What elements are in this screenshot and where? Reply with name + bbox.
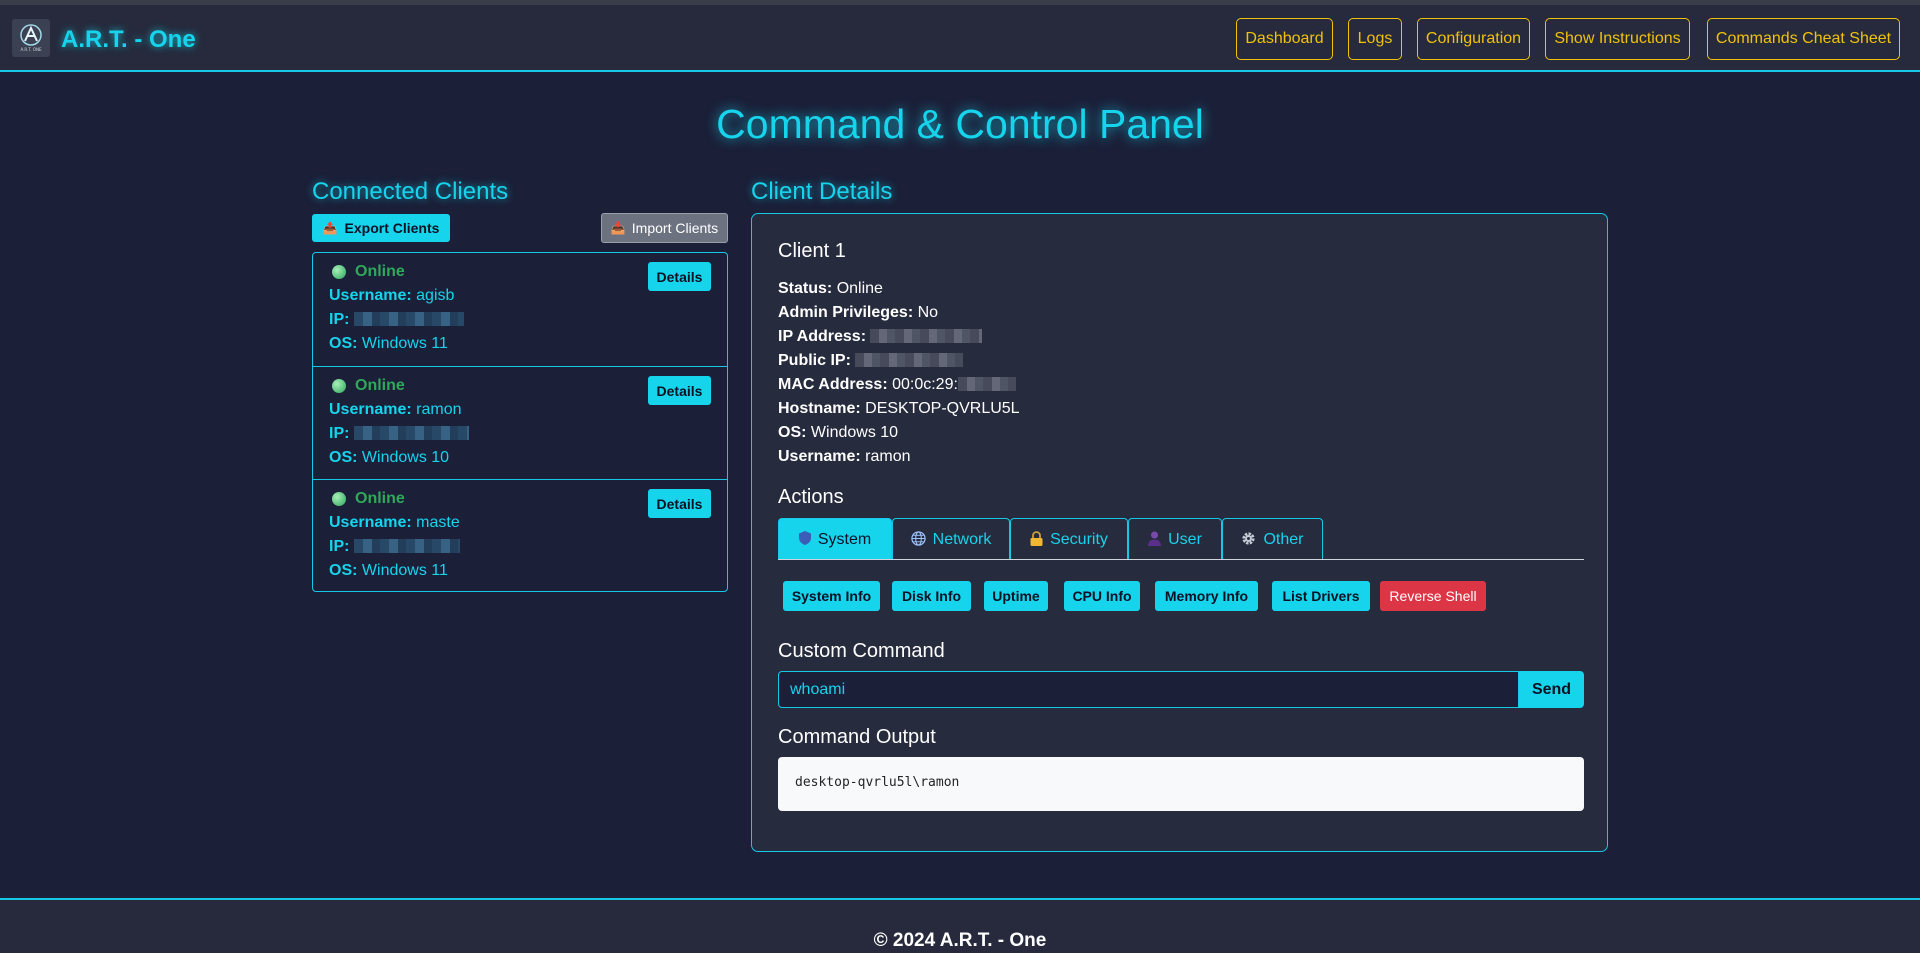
app-brand[interactable]: A.R.T. - One [61,26,196,54]
nav-logs-button[interactable]: Logs [1348,18,1402,60]
client-details-panel: Client 1 Status: Online Admin Privileges… [751,213,1608,852]
import-clients-button[interactable]: 📥 Import Clients [601,213,728,243]
client-os-row: OS: Windows 11 [329,335,448,352]
custom-command-title: Custom Command [778,640,945,662]
footer-copyright: © 2024 A.R.T. - One [873,930,1047,951]
tab-user[interactable]: User [1128,518,1222,560]
reverse-shell-button[interactable]: Reverse Shell [1380,581,1486,611]
client-details-button[interactable]: Details [648,376,711,405]
info-admin-privileges: Admin Privileges: No [778,304,939,321]
client-os: Windows 11 [361,335,448,352]
nav-configuration-button[interactable]: Configuration [1417,18,1530,60]
lock-icon [1030,530,1043,549]
info-os: OS: Windows 10 [778,424,899,441]
footer: © 2024 A.R.T. - One [0,898,1920,953]
client-details-button[interactable]: Details [648,489,711,518]
redacted-ip [353,312,464,326]
redacted-ip [870,329,983,343]
send-button[interactable]: Send [1519,671,1584,708]
nav-dashboard-button[interactable]: Dashboard [1236,18,1333,60]
command-output: desktop-qvrlu5l\ramon [778,757,1584,811]
client-ip-row: IP: [329,311,464,329]
client-card[interactable]: Online Details Username: maste IP: OS: W… [313,479,727,592]
client-username-row: Username: ramon [329,401,462,418]
nav-commands-cheat-sheet-button[interactable]: Commands Cheat Sheet [1707,18,1900,60]
tab-security[interactable]: Security [1010,518,1128,560]
nav-show-instructions-button[interactable]: Show Instructions [1545,18,1690,60]
info-status: Status: Online [778,280,883,297]
info-mac-address: MAC Address: 00:0c:29: [778,376,1016,394]
shield-icon [798,531,811,548]
memory-info-button[interactable]: Memory Info [1155,581,1258,611]
art-logo-icon[interactable]: A.R.T. ONE [12,19,50,57]
client-card[interactable]: Online Details Username: agisb IP: OS: W… [313,253,727,366]
actions-title: Actions [778,486,844,508]
redacted-public-ip [855,353,964,367]
client-status: Online [355,490,405,507]
info-public-ip: Public IP: [778,352,964,370]
gear-icon [1241,531,1256,549]
online-status-icon [332,492,346,506]
import-clients-label: Import Clients [631,220,719,236]
client-username-row: Username: maste [329,514,460,531]
info-hostname: Hostname: DESKTOP-QVRLU5L [778,400,1020,417]
client-name: Client 1 [778,240,846,262]
client-list: Online Details Username: agisb IP: OS: W… [312,252,728,592]
export-icon: 📤 [322,221,338,235]
client-username: maste [416,514,460,531]
import-icon: 📥 [610,221,626,235]
tab-other[interactable]: Other [1222,518,1323,560]
connected-clients-title: Connected Clients [312,178,509,205]
client-os: Windows 10 [361,449,450,466]
client-status: Online [355,263,405,280]
cpu-info-button[interactable]: CPU Info [1064,581,1140,611]
client-os: Windows 11 [361,562,448,579]
disk-info-button[interactable]: Disk Info [892,581,971,611]
uptime-button[interactable]: Uptime [984,581,1048,611]
client-ip-row: IP: [329,538,460,556]
list-drivers-button[interactable]: List Drivers [1272,581,1370,611]
info-ip-address: IP Address: [778,328,983,346]
info-username: Username: ramon [778,448,911,465]
page-title: Command & Control Panel [716,101,1204,147]
online-status-icon [332,265,346,279]
tabs-divider [778,559,1584,560]
client-username: agisb [416,287,455,304]
user-icon [1148,531,1162,549]
online-status-icon [332,379,346,393]
tab-network[interactable]: Network [892,518,1010,560]
globe-icon [910,530,926,549]
client-os-row: OS: Windows 10 [329,449,450,466]
redacted-ip [353,539,460,553]
tab-system[interactable]: System [778,518,892,560]
custom-command-input[interactable] [778,671,1519,708]
client-card[interactable]: Online Details Username: ramon IP: OS: W… [313,366,727,479]
client-os-row: OS: Windows 11 [329,562,448,579]
top-header: A.R.T. ONE A.R.T. - One Dashboard Logs C… [0,5,1920,72]
client-username: ramon [416,401,462,418]
svg-text:A.R.T. ONE: A.R.T. ONE [20,47,41,52]
export-clients-button[interactable]: 📤 Export Clients [312,214,450,242]
client-details-title: Client Details [751,178,893,205]
export-clients-label: Export Clients [344,220,440,236]
system-info-button[interactable]: System Info [783,581,880,611]
redacted-ip [353,426,469,440]
client-username-row: Username: agisb [329,287,455,304]
redacted-mac [957,377,1016,391]
client-details-button[interactable]: Details [648,262,711,291]
client-status: Online [355,377,405,394]
client-ip-row: IP: [329,425,469,443]
command-output-title: Command Output [778,726,936,748]
